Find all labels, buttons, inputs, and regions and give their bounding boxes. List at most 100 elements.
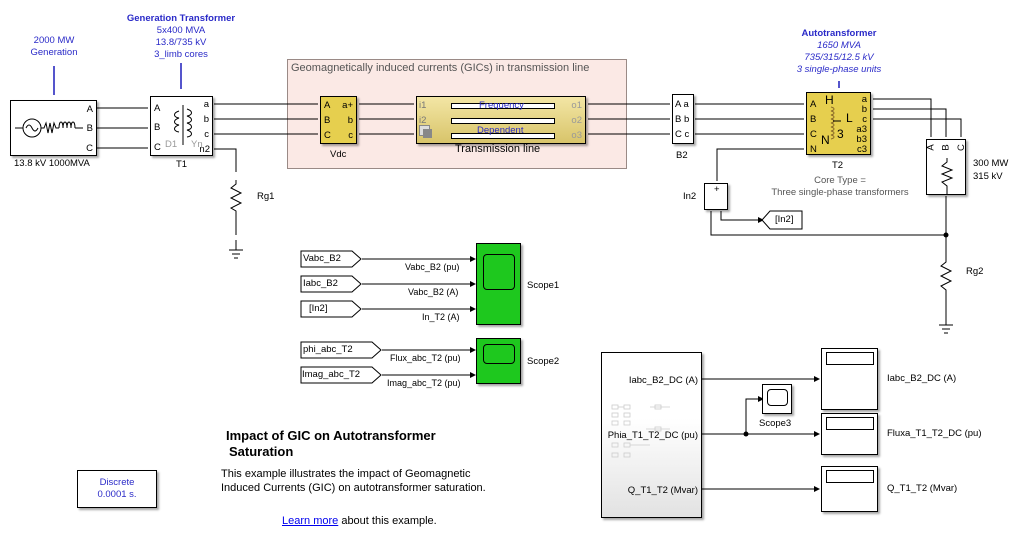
learn-more-suffix: about this example. [338,515,437,527]
display-screen [826,352,874,365]
t2-autotransformer[interactable]: A B C N a b c a3 b3 c3 H L N 3 [806,92,871,155]
port-label: b [347,115,353,126]
port-label: b [203,114,209,125]
scope1[interactable] [476,243,521,325]
port-label: B [810,114,817,125]
measurement-subsystem[interactable]: Iabc_B2_DC (A) Phia_T1_T2_DC (pu) Q_T1_T… [601,352,702,518]
port-label: a [203,99,209,110]
port-label: i1 [419,100,427,111]
from-tag[interactable]: [In2] [309,303,328,314]
powergui-line: Discrete [99,477,135,488]
scope2[interactable] [476,338,521,384]
from-tag[interactable]: Iabc_B2 [303,278,338,289]
line-segment [451,118,555,124]
autotransformer-title: Autotransformer [801,28,877,39]
autotransformer-note: Autotransformer 1650 MVA 735/315/12.5 kV… [779,28,899,76]
body-line: Induced Currents (GIC) on autotransforme… [221,482,486,494]
port-label: A [324,100,331,111]
generation-note-line: Generation [30,47,78,58]
display-label: Q_T1_T2 (Mvar) [887,483,958,494]
core-type-line: Core Type = [814,175,866,186]
body-line: This example illustrates the impact of G… [221,468,471,480]
load-note: 300 MW 315 kV [973,157,1008,183]
b2-label: B2 [676,150,688,161]
scope1-label: Scope1 [527,280,560,291]
display-fluxa[interactable] [821,413,878,455]
port-label: A [810,99,817,110]
display-screen [826,470,874,483]
subsystem-output-label: Iabc_B2_DC (A) [628,375,698,386]
powergui-block[interactable]: Discrete 0.0001 s. [77,470,157,508]
load-block[interactable]: A B C [925,139,967,195]
port-label: c [348,130,353,141]
generation-note-line: 2000 MW [33,35,75,46]
powergui-line: 0.0001 s. [97,489,137,500]
signal-label: In_T2 (A) [422,312,460,322]
port-label: C [955,144,967,151]
port-label: A a [675,99,689,110]
gen-transformer-title: Generation Transformer [126,13,236,24]
ac-source-icon [15,118,83,138]
scope-screen [767,389,788,406]
display-screen [826,417,874,430]
signal-label: Imag_abc_T2 (pu) [387,378,461,388]
rg1-label: Rg1 [257,191,275,202]
autotransformer-line: 1650 MVA [817,40,861,51]
port-label: A [86,104,93,115]
t1-transformer[interactable]: A B C a b c n2 D1 Yn [150,96,213,156]
subsystem-link-icon [419,125,433,139]
scope-screen [483,254,515,290]
signal-label: Flux_abc_T2 (pu) [390,353,461,363]
b2-measurement[interactable]: A a B b C c [672,94,694,144]
gen-transformer-line: 5x400 MVA [156,25,206,36]
learn-more-link[interactable]: Learn more [282,515,338,527]
from-tag[interactable]: Imag_abc_T2 [302,369,360,380]
transmission-line-block[interactable]: Frequency Dependent i1 i2 o1 o2 o3 [416,96,586,144]
port-label: C [86,143,93,154]
load-note-line: 300 MW [973,158,1009,169]
t2-label: T2 [832,160,844,171]
in2-current-measurement[interactable]: + [704,183,728,210]
gen-transformer-line: 13.8/735 kV [155,37,207,48]
autotransformer-line: 3 single-phase units [796,64,882,75]
three-phase-source[interactable]: A B C [10,100,97,156]
title-line: Saturation [229,444,294,459]
vdc-label: Vdc [330,149,347,160]
transmission-line-label: Transmission line [455,143,541,155]
autotransformer-line: 735/315/12.5 kV [804,52,874,63]
port-label: o1 [571,100,582,111]
gen-transformer-line: 3_limb cores [154,49,208,60]
description-title: Impact of GIC on Autotransformer Saturat… [226,428,436,460]
scope3[interactable] [762,384,792,414]
display-label: Iabc_B2_DC (A) [887,373,957,384]
port-label: B [86,123,93,134]
display-iabc[interactable] [821,348,878,410]
resistor-icon [940,158,954,194]
port-label: C [324,130,331,141]
scope2-label: Scope2 [527,356,560,367]
port-label: N [810,144,817,155]
port-label: B b [675,114,690,125]
scope-screen [483,344,515,364]
from-tag[interactable]: phi_abc_T2 [303,344,353,355]
port-label: a+ [342,100,353,111]
display-q[interactable] [821,466,878,512]
vdc-block[interactable]: A B C a+ b c [320,96,357,144]
goto-in2-label: [In2] [775,214,794,225]
subsystem-output-label: Phia_T1_T2_DC (pu) [607,430,698,441]
rg2-label: Rg2 [966,266,984,277]
t1-label: T1 [176,159,188,170]
from-tag[interactable]: Vabc_B2 [303,253,341,264]
signal-label: Vabc_B2 (pu) [405,262,460,272]
subsystem-output-label: Q_T1_T2 (Mvar) [627,485,698,496]
core-type-line: Three single-phase transformers [771,187,909,198]
load-note-line: 315 kV [973,171,1003,182]
display-label: Fluxa_T1_T2_DC (pu) [887,428,982,439]
plus-sign: + [714,184,720,195]
port-label: C [154,142,161,153]
gen-transformer-note: Generation Transformer 5x400 MVA 13.8/73… [121,13,241,60]
title-line: Impact of GIC on Autotransformer [226,428,436,443]
port-label: A [925,144,937,151]
port-label: o3 [571,130,582,141]
autotransformer-coil-icon [830,106,841,140]
